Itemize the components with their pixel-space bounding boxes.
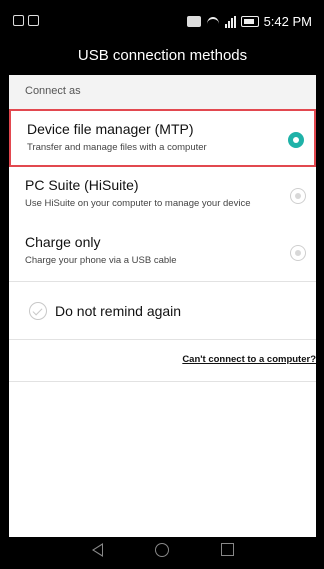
- radio-selected-icon[interactable]: [288, 132, 304, 148]
- option-mtp[interactable]: Device file manager (MTP) Transfer and m…: [9, 109, 316, 167]
- status-left: [13, 15, 39, 26]
- home-icon[interactable]: [154, 542, 169, 557]
- option-description: Transfer and manage files with a compute…: [27, 142, 207, 153]
- status-right: 5:42 PM: [186, 14, 312, 29]
- cant-connect-link[interactable]: Can't connect to a computer?: [182, 354, 316, 365]
- wifi-icon: [206, 16, 220, 28]
- option-title: PC Suite (HiSuite): [25, 177, 139, 193]
- check-circle-icon[interactable]: [29, 301, 47, 320]
- option-hisuite[interactable]: PC Suite (HiSuite) Use HiSuite on your c…: [9, 167, 316, 225]
- recents-icon[interactable]: [220, 543, 234, 556]
- navigation-bar: [9, 537, 316, 562]
- option-charge-only[interactable]: Charge only Charge your phone via a USB …: [9, 224, 316, 282]
- option-description: Charge your phone via a USB cable: [25, 255, 177, 266]
- cloud-notification-icon: [28, 15, 39, 26]
- section-label: Connect as: [9, 75, 316, 109]
- option-description: Use HiSuite on your computer to manage y…: [25, 198, 251, 209]
- status-time: 5:42 PM: [263, 14, 312, 29]
- back-icon[interactable]: [91, 542, 103, 557]
- radio-unselected-icon[interactable]: [290, 188, 306, 204]
- nfc-icon: [186, 16, 201, 27]
- page-title: USB connection methods: [9, 35, 316, 75]
- gallery-notification-icon: [13, 15, 24, 26]
- remind-label: Do not remind again: [55, 302, 182, 319]
- empty-area: [9, 382, 316, 537]
- battery-icon: [240, 16, 259, 27]
- phone-screen: 5:42 PM USB connection methods Connect a…: [9, 9, 316, 562]
- signal-icon: [224, 15, 236, 28]
- radio-unselected-icon[interactable]: [290, 245, 306, 261]
- option-title: Device file manager (MTP): [27, 121, 194, 137]
- status-bar: 5:42 PM: [9, 9, 316, 35]
- do-not-remind-checkbox[interactable]: Do not remind again: [9, 282, 316, 340]
- option-title: Charge only: [25, 234, 101, 250]
- help-link-row: Can't connect to a computer?: [9, 340, 316, 382]
